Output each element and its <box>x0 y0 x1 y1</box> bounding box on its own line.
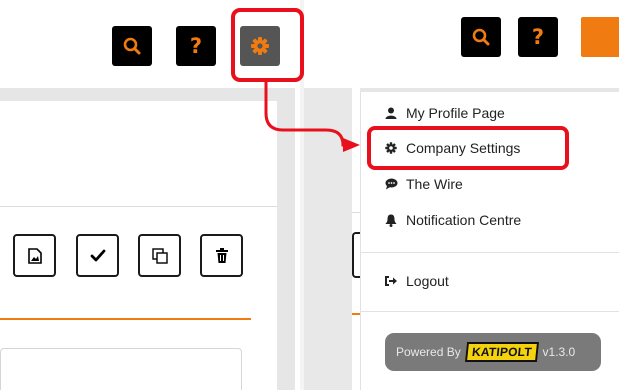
annotation-arrow <box>264 82 360 152</box>
